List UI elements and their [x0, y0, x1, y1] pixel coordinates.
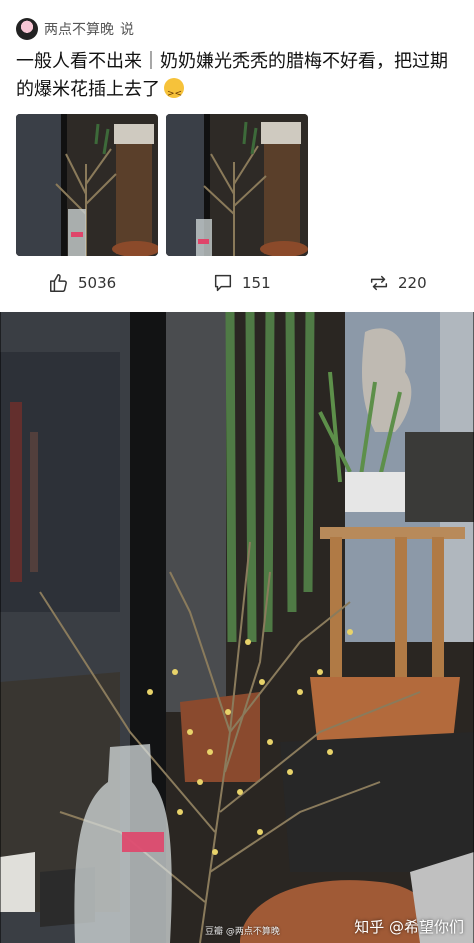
like-count: 5036	[78, 274, 117, 292]
photo-watermark: 知乎 @希望你们	[354, 918, 464, 936]
repost-count: 220	[398, 274, 427, 292]
post-header: 两点不算晚 说	[16, 16, 134, 42]
repost-icon	[370, 275, 388, 291]
thumbnail-row	[16, 114, 308, 256]
like-button[interactable]: 5036	[48, 272, 116, 294]
avatar[interactable]	[16, 18, 38, 40]
thumbs-up-icon	[50, 274, 67, 292]
main-photo-image	[0, 312, 474, 943]
thumbnail-2-image	[166, 114, 308, 256]
author-name[interactable]: 两点不算晚	[44, 19, 114, 39]
thumbnail-1[interactable]	[16, 114, 158, 256]
repost-button[interactable]: 220	[368, 272, 427, 294]
said-label: 说	[120, 22, 134, 38]
comment-button[interactable]: 151	[212, 272, 271, 294]
comment-count: 151	[242, 274, 271, 292]
thumbnail-1-image	[16, 114, 158, 256]
post-text-body: 一般人看不出来｜奶奶嫌光秃秃的腊梅不好看，把过期的爆米花插上去了	[16, 51, 448, 100]
post-text: 一般人看不出来｜奶奶嫌光秃秃的腊梅不好看，把过期的爆米花插上去了	[16, 48, 460, 108]
main-photo[interactable]: 豆瓣 @两点不算晚 知乎 @希望你们	[0, 312, 474, 943]
squinting-tongue-emoji-icon	[164, 78, 184, 108]
comment-icon	[214, 274, 232, 292]
photo-watermark-small: 豆瓣 @两点不算晚	[205, 927, 280, 937]
action-bar: 5036 151 220	[0, 272, 474, 302]
thumbnail-2[interactable]	[166, 114, 308, 256]
